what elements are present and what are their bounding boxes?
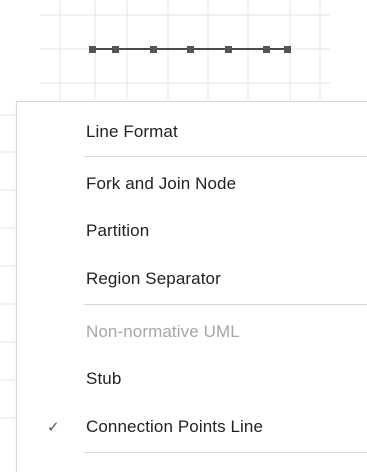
context-menu: Line Format Fork and Join Node Partition… [16,101,367,472]
menu-item-line-format[interactable]: Line Format [17,115,367,149]
menu-separator [84,156,367,157]
menu-item-connection-points-line[interactable]: ✓ Connection Points Line [17,410,367,444]
menu-item-label: Connection Points Line [86,417,264,436]
menu-item-label: Region Separator [86,269,221,288]
menu-separator [84,452,367,453]
menu-item-label: Stub [86,369,122,388]
menu-item-region-separator[interactable]: Region Separator [17,262,367,296]
menu-item-label: Non-normative UML [86,322,240,341]
checkmark-icon: ✓ [47,419,60,436]
menu-item-label: Partition [86,221,150,240]
connection-points-line-shape[interactable] [89,46,291,53]
menu-item-stub[interactable]: Stub [17,362,367,396]
menu-item-partition[interactable]: Partition [17,214,367,248]
menu-item-label: Fork and Join Node [86,174,237,193]
menu-item-fork-and-join-node[interactable]: Fork and Join Node [17,167,367,201]
menu-item-label: Line Format [86,122,178,141]
menu-separator [84,304,367,305]
menu-item-non-normative-uml: Non-normative UML [17,315,367,349]
